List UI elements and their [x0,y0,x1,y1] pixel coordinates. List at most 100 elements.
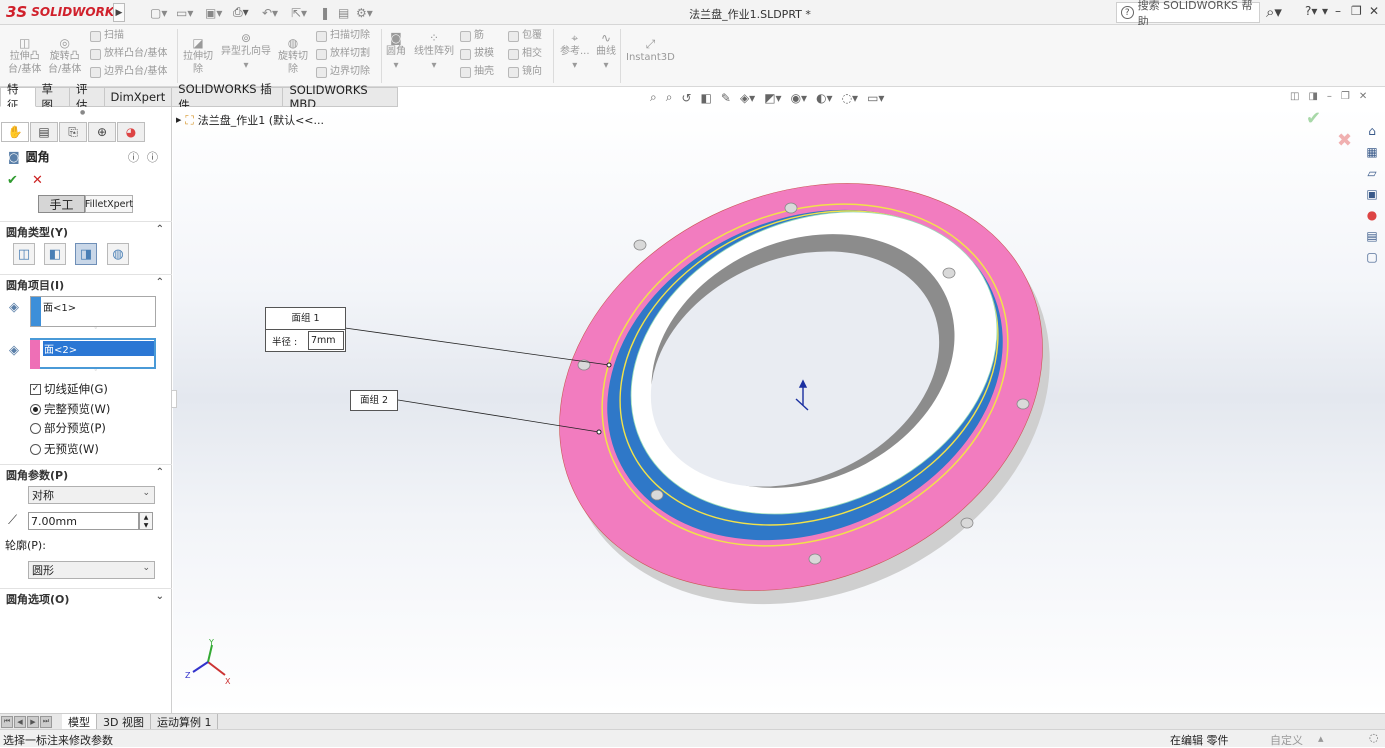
curves-button[interactable]: ∿ 曲线 ▾ [596,31,616,73]
solidworks-logo[interactable]: 3S SOLIDWORKS [6,2,123,22]
full-preview-radio[interactable]: 完整预览(W) [30,401,110,417]
print-icon[interactable]: ⎙▾ [233,4,249,21]
viewport-split-icon[interactable]: ◫ [1290,91,1299,102]
viewport-tile-icon[interactable]: ◨ [1308,91,1317,102]
feature-manager-tab-icon[interactable]: ✋ [1,122,29,142]
options-icon[interactable]: ⚙▾ [356,4,373,21]
spin-up-icon[interactable]: ▲ [144,514,149,521]
sweep-button[interactable]: 扫描 [90,27,124,45]
feature-tree-flyout[interactable]: ▶ ⛶ 法兰盘_作业1 (默认<<... [176,112,324,128]
view-palette-icon[interactable]: ▣ [1362,186,1382,202]
panel-grip-icon[interactable]: ● [80,109,85,116]
extrude-cut-button[interactable]: ◪ 拉伸切 除 [183,37,213,76]
tab-solidworks-mbd[interactable]: SOLIDWORKS MBD [283,83,399,111]
section-view-icon[interactable]: ◧ [701,91,712,105]
callout-face-group-1[interactable]: 面组 1 半径 : 7mm [265,307,346,352]
section-fillet-type[interactable]: 圆角类型(Y) ⌃ [0,221,172,241]
hole-wizard-button[interactable]: ⊚ 异型孔向导 ▾ [221,31,271,73]
status-units[interactable]: 自定义 [1270,732,1303,748]
previous-view-icon[interactable]: ↺ [681,91,691,105]
reference-geometry-button[interactable]: ⌖ 参考... ▾ [560,31,590,73]
full-round-fillet-icon[interactable]: ◍ [107,243,129,265]
boundary-boss-button[interactable]: 边界凸台/基体 [90,63,167,81]
revolve-boss-button[interactable]: ◎ 旋转凸 台/基体 [48,37,81,76]
open-icon[interactable]: ▭▾ [176,4,193,21]
first-tab-icon[interactable]: ⏮ [1,715,13,728]
close-icon[interactable]: ✕ [1369,4,1379,18]
no-preview-radio[interactable]: 无预览(W) [30,441,99,457]
partial-preview-radio[interactable]: 部分预览(P) [30,420,106,436]
viewport-close-icon[interactable]: ✕ [1359,91,1367,102]
confirm-cancel-icon[interactable]: ✖ [1337,130,1352,151]
swept-cut-button[interactable]: 扫描切除 [316,27,370,45]
tab-model[interactable]: 模型 [62,714,97,729]
tab-motion-study[interactable]: 运动算例 1 [151,714,219,729]
whats-wrong-icon[interactable]: ⓘ [128,149,139,165]
manual-mode-button[interactable]: 手工 [38,195,85,213]
wrap-button[interactable]: 包覆 [508,27,542,45]
face-set-1-item[interactable]: 面<1> [43,299,76,314]
panel-collapse-handle[interactable] [171,390,177,408]
hide-show-items-icon[interactable]: ◉▾ [791,91,808,105]
section-fillet-options[interactable]: 圆角选项(O) ⌄ [0,588,172,608]
save-icon[interactable]: ▣▾ [205,4,222,21]
custom-properties-icon[interactable]: ▤ [1362,228,1382,244]
display-manager-tab-icon[interactable]: ◕ [117,122,145,142]
filletxpert-mode-button[interactable]: FilletXpert [85,195,133,213]
home-icon[interactable]: ⌂ [1362,123,1382,139]
viewport-minimize-icon[interactable]: – [1327,91,1332,102]
zoom-to-fit-icon[interactable]: ⌕ [650,90,657,105]
dynamic-annotation-icon[interactable]: ✎ [721,91,731,105]
dimxpert-manager-tab-icon[interactable]: ⊕ [88,122,116,142]
constant-size-fillet-icon[interactable]: ◫ [13,243,35,265]
tab-sketch[interactable]: 草图 [35,82,71,112]
file-props-icon[interactable]: ▤ [338,4,349,21]
restore-icon[interactable]: ❐ [1351,4,1362,18]
help-menu-button[interactable]: ?▾ [1305,4,1317,18]
tab-features[interactable]: 特征 [0,82,36,112]
view-orientation-icon[interactable]: ◈▾ [740,91,755,105]
face-fillet-icon[interactable]: ◨ [75,243,97,265]
zoom-to-area-icon[interactable]: ⌕ [666,90,673,105]
tab-dimxpert[interactable]: DimXpert [104,87,173,107]
face-set-2-list[interactable]: 面<2> [30,338,156,369]
callout1-radius-value[interactable]: 7mm [308,331,344,350]
viewport-restore-icon[interactable]: ❐ [1341,91,1350,102]
loft-button[interactable]: 放样凸台/基体 [90,45,167,63]
property-manager-tab-icon[interactable]: ▤ [30,122,58,142]
file-explorer-icon[interactable]: ▱ [1362,165,1382,181]
variable-size-fillet-icon[interactable]: ◧ [44,243,66,265]
revolve-cut-button[interactable]: ◍ 旋转切 除 [278,37,308,76]
display-style-icon[interactable]: ◩▾ [764,91,781,105]
select-icon[interactable]: ⇱▾ [291,4,307,21]
configuration-manager-tab-icon[interactable]: ⎘ [59,122,87,142]
edit-appearance-icon[interactable]: ◐▾ [816,91,833,105]
forum-icon[interactable]: ▢ [1362,249,1382,265]
radius-input[interactable]: 7.00mm [28,512,139,530]
tab-solidworks-addins[interactable]: SOLIDWORKS 插件 [172,82,284,112]
rebuild-icon[interactable]: ❚ [320,4,330,21]
rib-button[interactable]: 筋 [460,27,484,45]
units-dropdown-icon[interactable]: ▴ [1318,732,1324,745]
list-resize-handle-icon[interactable]: ◦ [94,325,98,332]
prev-tab-icon[interactable]: ◀ [14,715,26,728]
instant3d-button[interactable]: ⤢ Instant3D [626,37,675,65]
face-set-1-list[interactable]: 面<1> [30,296,156,327]
resources-icon[interactable]: ▦ [1362,144,1382,160]
face-set-2-item[interactable]: 面<2> [43,341,154,356]
confirm-ok-icon[interactable]: ✔ [1306,108,1321,129]
extrude-boss-button[interactable]: ◫ 拉伸凸 台/基体 [8,37,41,76]
intersect-button[interactable]: 相交 [508,45,542,63]
graphics-area[interactable]: 面组 1 半径 : 7mm 面组 2 Y X Z ✔ ✖ [173,107,1385,713]
profile-dropdown[interactable]: 圆形 ⌄ [28,561,155,579]
fillet-button[interactable]: ◙ 圆角 ▾ [386,31,406,73]
tab-evaluate[interactable]: 评估 [70,82,105,112]
chat-icon[interactable]: ◌ [1369,731,1379,744]
last-tab-icon[interactable]: ⏭ [40,715,52,728]
menu-expand-icon[interactable]: ▶ [113,3,125,22]
shell-button[interactable]: 抽壳 [460,63,494,81]
help-search-input[interactable]: ? 搜索 SOLIDWORKS 帮助 [1116,0,1260,28]
callout-face-group-2[interactable]: 面组 2 [350,390,398,411]
pin-icon[interactable]: ▾ [1322,4,1328,18]
section-fillet-items[interactable]: 圆角项目(I) ⌃ [0,274,172,294]
